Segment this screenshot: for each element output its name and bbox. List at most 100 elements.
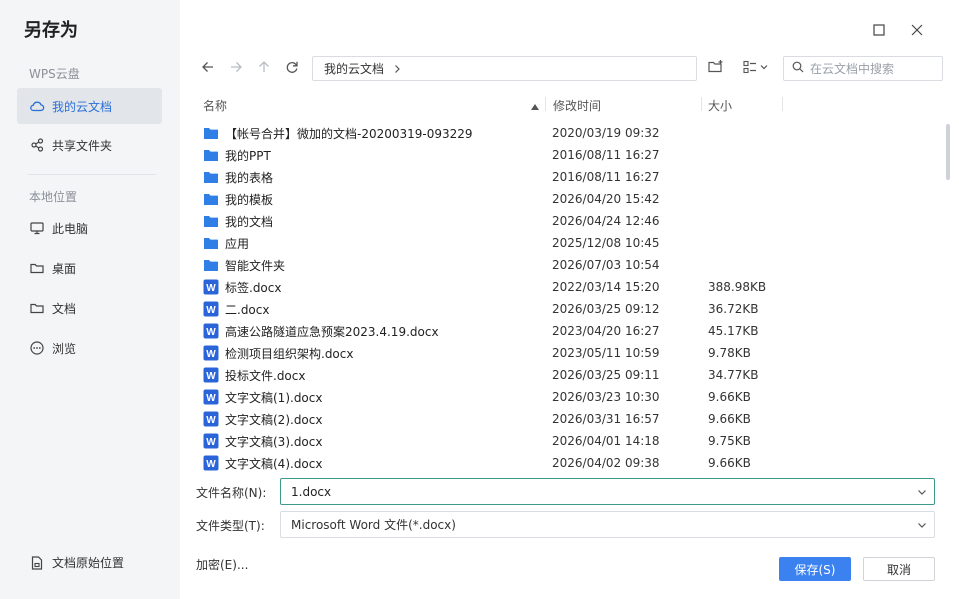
view-mode-button[interactable]: [740, 57, 772, 79]
sidebar-item-original-location[interactable]: 文档原始位置: [29, 554, 124, 571]
sidebar-item-shared-folder[interactable]: 共享文件夹: [17, 127, 162, 163]
column-separator[interactable]: [782, 97, 783, 111]
sidebar-item-this-pc[interactable]: 此电脑: [17, 210, 162, 246]
chevron-right-icon[interactable]: [392, 64, 402, 74]
svg-text:W: W: [206, 393, 216, 404]
dialog-title: 另存为: [24, 20, 78, 41]
file-name: 投标文件.docx: [225, 368, 306, 383]
file-modified: 2026/04/02 09:38: [552, 456, 660, 470]
maximize-icon: [873, 23, 885, 39]
file-row[interactable]: W 高速公路隧道应急预案2023.4.19.docx 2023/04/20 16:2…: [196, 320, 941, 342]
file-row[interactable]: W 文字文稿(2).docx 2026/03/31 16:57 9.66KB: [196, 408, 941, 430]
file-row[interactable]: 智能文件夹 2026/07/03 10:54: [196, 254, 941, 276]
column-separator[interactable]: [701, 97, 702, 111]
sidebar-item-my-cloud-docs[interactable]: 我的云文档: [17, 88, 162, 124]
sort-up-icon[interactable]: [531, 99, 539, 113]
svg-text:W: W: [206, 437, 216, 448]
file-row[interactable]: 我的模板 2026/04/20 15:42: [196, 188, 941, 210]
section-label-cloud: WPS云盘: [29, 67, 80, 81]
sidebar: 另存为 WPS云盘 我的云文档 共享文件夹 本地位置 此电脑 桌面 文档 浏览 …: [0, 0, 180, 599]
refresh-button[interactable]: [281, 57, 303, 79]
breadcrumb-item[interactable]: 我的云文档: [324, 60, 384, 77]
sidebar-item-desktop[interactable]: 桌面: [17, 250, 162, 286]
svg-text:W: W: [206, 459, 216, 470]
svg-text:W: W: [206, 371, 216, 382]
save-button[interactable]: 保存(S): [779, 557, 851, 581]
sidebar-item-documents[interactable]: 文档: [17, 290, 162, 326]
new-folder-button[interactable]: [705, 57, 727, 79]
document-location-icon: [29, 555, 45, 571]
file-name: 我的表格: [225, 170, 274, 185]
file-row[interactable]: 我的PPT 2016/08/11 16:27: [196, 144, 941, 166]
sidebar-item-label: 浏览: [52, 341, 77, 356]
encrypt-link[interactable]: 加密(E)...: [196, 556, 248, 573]
sidebar-item-label: 此电脑: [52, 221, 89, 236]
svg-text:W: W: [206, 327, 216, 338]
file-name: 标签.docx: [225, 280, 282, 295]
sidebar-divider: [28, 174, 156, 175]
chevron-down-icon[interactable]: [916, 486, 928, 498]
scrollbar-thumb[interactable]: [946, 124, 950, 180]
list-view-icon: [742, 59, 770, 78]
filename-input[interactable]: [291, 484, 891, 499]
search-input[interactable]: [810, 61, 935, 76]
file-row[interactable]: W 文字文稿(4).docx 2026/04/02 09:38 9.66KB: [196, 452, 941, 474]
word-doc-icon: W: [203, 345, 219, 361]
sidebar-item-label: 共享文件夹: [52, 138, 113, 153]
file-row[interactable]: 我的表格 2016/08/11 16:27: [196, 166, 941, 188]
file-modified: 2022/03/14 15:20: [552, 280, 660, 294]
close-button[interactable]: [906, 20, 928, 42]
word-doc-icon: W: [203, 367, 219, 383]
column-separator[interactable]: [545, 97, 546, 111]
filename-field[interactable]: [280, 478, 935, 505]
chevron-down-icon[interactable]: [916, 519, 928, 531]
file-row[interactable]: W 标签.docx 2022/03/14 15:20 388.98KB: [196, 276, 941, 298]
column-header-size[interactable]: 大小: [708, 97, 732, 114]
file-modified: 2016/08/11 16:27: [552, 148, 660, 162]
cancel-button[interactable]: 取消: [863, 557, 935, 581]
forward-button[interactable]: [225, 57, 247, 79]
up-button[interactable]: [253, 57, 275, 79]
svg-text:W: W: [206, 349, 216, 360]
filetype-select[interactable]: Microsoft Word 文件(*.docx): [280, 511, 935, 538]
file-row[interactable]: W 文字文稿(3).docx 2026/04/01 14:18 9.75KB: [196, 430, 941, 452]
file-name: 我的PPT: [225, 148, 271, 163]
folder-icon: [203, 125, 219, 141]
arrow-left-icon: [200, 59, 216, 78]
search-box[interactable]: [783, 56, 943, 81]
word-doc-icon: W: [203, 411, 219, 427]
column-header-name[interactable]: 名称: [203, 97, 227, 114]
maximize-button[interactable]: [868, 20, 890, 42]
file-row[interactable]: W 二.docx 2026/03/25 09:12 36.72KB: [196, 298, 941, 320]
file-name: 检测项目组织架构.docx: [225, 346, 354, 361]
sidebar-item-label: 桌面: [52, 261, 77, 276]
back-button[interactable]: [197, 57, 219, 79]
file-row[interactable]: W 文字文稿(1).docx 2026/03/23 10:30 9.66KB: [196, 386, 941, 408]
section-label-local: 本地位置: [29, 190, 78, 204]
file-row[interactable]: 【帐号合并】微加的文档-20200319-093229 2020/03/19 09…: [196, 122, 941, 144]
breadcrumb[interactable]: 我的云文档: [312, 56, 697, 81]
file-row[interactable]: W 检测项目组织架构.docx 2023/05/11 10:59 9.78KB: [196, 342, 941, 364]
file-size: 9.66KB: [708, 412, 751, 426]
file-size: 45.17KB: [708, 324, 759, 338]
file-modified: 2026/03/23 10:30: [552, 390, 660, 404]
sidebar-item-label: 文档原始位置: [52, 556, 125, 570]
file-row[interactable]: W 投标文件.docx 2026/03/25 09:11 34.77KB: [196, 364, 941, 386]
column-header-modified[interactable]: 修改时间: [553, 97, 601, 114]
file-row[interactable]: 应用 2025/12/08 10:45: [196, 232, 941, 254]
sidebar-item-browse[interactable]: 浏览: [17, 330, 162, 366]
file-name: 我的文档: [225, 214, 274, 229]
file-modified: 2026/04/24 12:46: [552, 214, 660, 228]
file-size: 9.66KB: [708, 456, 751, 470]
file-modified: 2020/03/19 09:32: [552, 126, 660, 140]
file-name: 文字文稿(3).docx: [225, 434, 323, 449]
file-modified: 2026/03/25 09:12: [552, 302, 660, 316]
file-row[interactable]: 我的文档 2026/04/24 12:46: [196, 210, 941, 232]
file-name: 【帐号合并】微加的文档-20200319-093229: [225, 126, 473, 141]
file-size: 9.66KB: [708, 390, 751, 404]
refresh-icon: [284, 59, 300, 78]
file-size: 9.78KB: [708, 346, 751, 360]
file-name: 高速公路隧道应急预案2023.4.19.docx: [225, 324, 439, 339]
file-modified: 2026/04/20 15:42: [552, 192, 660, 206]
sidebar-item-label: 文档: [52, 301, 77, 316]
